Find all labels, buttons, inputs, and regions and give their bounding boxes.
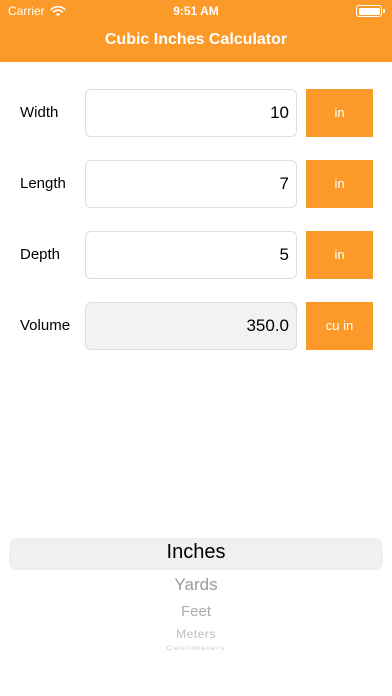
status-time: 9:51 AM: [173, 4, 219, 18]
length-row: Length in: [0, 160, 392, 208]
volume-output: [85, 302, 297, 350]
width-row: Width in: [0, 89, 392, 137]
status-bar: Carrier 9:51 AM: [0, 0, 392, 22]
page-title: Cubic Inches Calculator: [104, 31, 288, 48]
picker-option-feet[interactable]: Feet: [0, 603, 392, 620]
picker-option-centimeters[interactable]: Centimeters: [0, 645, 392, 652]
picker-option-yards[interactable]: Yards: [0, 575, 392, 595]
volume-unit-button[interactable]: cu in: [306, 302, 373, 350]
width-unit-button[interactable]: in: [306, 89, 373, 137]
volume-label: Volume: [20, 317, 71, 334]
width-input[interactable]: [85, 89, 297, 137]
depth-unit-button[interactable]: in: [306, 231, 373, 279]
navigation-header: Carrier 9:51 AM Cubic Inches Calculator: [0, 0, 392, 62]
unit-picker[interactable]: Inches Yards Feet Meters Centimeters: [0, 530, 392, 660]
battery-level: [358, 7, 380, 15]
battery-icon: [356, 5, 385, 17]
picker-option-inches[interactable]: Inches: [0, 541, 392, 564]
depth-label: Depth: [20, 246, 61, 263]
depth-input[interactable]: [85, 231, 297, 279]
picker-option-meters[interactable]: Meters: [0, 627, 392, 641]
volume-row: Volume cu in: [0, 302, 392, 350]
width-label: Width: [20, 104, 59, 121]
length-input[interactable]: [85, 160, 297, 208]
depth-row: Depth in: [0, 231, 392, 279]
length-unit-button[interactable]: in: [306, 160, 373, 208]
length-label: Length: [20, 175, 66, 192]
